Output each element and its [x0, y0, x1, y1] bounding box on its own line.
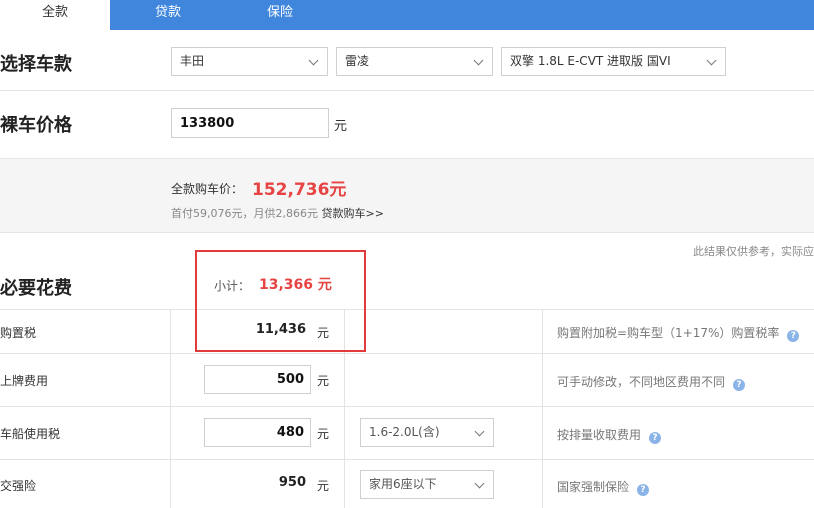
model-select-value: 双擎 1.8L E-CVT 进取版 国VI	[510, 54, 671, 68]
payment-breakdown-text: 首付59,076元，月供2,866元	[171, 207, 322, 220]
tab-insurance[interactable]: 保险	[230, 0, 330, 30]
fee-note-registration: 可手动修改，不同地区费用不同?	[557, 373, 746, 391]
seat-type-select[interactable]: 家用6座以下	[360, 470, 494, 499]
highlight-box	[195, 250, 366, 352]
chevron-down-icon	[474, 478, 485, 489]
fee-note-compulsory-insurance: 国家强制保险?	[557, 478, 650, 496]
total-price-value: 152,736元	[252, 180, 347, 200]
help-icon[interactable]: ?	[649, 432, 662, 444]
divider	[0, 90, 814, 91]
bare-price-unit: 元	[334, 119, 348, 134]
vehicle-tax-input[interactable]	[204, 418, 311, 447]
table-divider	[0, 459, 814, 460]
table-divider	[0, 309, 814, 310]
disclaimer-text: 此结果仅供参考，实际应	[693, 245, 814, 258]
displacement-select[interactable]: 1.6-2.0L(含)	[360, 418, 494, 447]
select-car-title: 选择车款	[0, 54, 72, 75]
tab-loan[interactable]: 贷款	[118, 0, 218, 30]
fee-unit: 元	[317, 479, 330, 493]
tab-bar: 全款 贷款 保险	[0, 0, 814, 30]
fee-label-compulsory-insurance: 交强险	[0, 479, 37, 493]
fee-note-text: 购置附加税=购车型（1+17%）购置税率	[557, 326, 780, 340]
fee-label-registration: 上牌费用	[0, 374, 49, 388]
fee-label-purchase-tax: 购置税	[0, 326, 37, 340]
fee-label-vehicle-tax: 车船使用税	[0, 427, 61, 441]
help-icon[interactable]: ?	[733, 379, 746, 391]
table-column-divider	[170, 309, 171, 508]
seat-type-select-value: 家用6座以下	[369, 477, 437, 491]
fee-note-text: 可手动修改，不同地区费用不同	[557, 375, 726, 389]
table-divider	[0, 406, 814, 407]
bare-price-input[interactable]	[171, 108, 329, 138]
fee-note-vehicle-tax: 按排量收取费用?	[557, 426, 662, 444]
chevron-down-icon	[706, 55, 717, 66]
chevron-down-icon	[473, 55, 484, 66]
fee-unit: 元	[317, 374, 330, 388]
model-select[interactable]: 双擎 1.8L E-CVT 进取版 国VI	[501, 47, 726, 76]
registration-fee-input[interactable]	[204, 365, 311, 394]
series-select[interactable]: 雷凌	[336, 47, 493, 76]
series-select-value: 雷凌	[345, 54, 370, 68]
total-price-label: 全款购车价：	[171, 182, 244, 196]
help-icon[interactable]: ?	[637, 484, 650, 496]
chevron-down-icon	[308, 55, 319, 66]
required-fees-title: 必要花费	[0, 278, 72, 299]
table-divider	[0, 353, 814, 354]
displacement-select-value: 1.6-2.0L(含)	[369, 425, 440, 439]
payment-breakdown: 首付59,076元，月供2,866元 贷款购车>>	[171, 205, 384, 221]
fee-unit: 元	[317, 427, 330, 441]
loan-purchase-link[interactable]: 贷款购车>>	[321, 207, 383, 220]
summary-panel: 全款购车价： 152,736元 首付59,076元，月供2,866元 贷款购车>…	[0, 158, 814, 233]
fee-note-purchase-tax: 购置附加税=购车型（1+17%）购置税率?	[557, 324, 800, 342]
fee-note-text: 按排量收取费用	[557, 428, 642, 442]
table-column-divider	[542, 309, 543, 508]
brand-select[interactable]: 丰田	[171, 47, 328, 76]
bare-price-title-text: 裸车价格	[0, 115, 72, 136]
fee-note-text: 国家强制保险	[557, 480, 630, 494]
help-icon[interactable]: ?	[787, 330, 800, 342]
chevron-down-icon	[474, 426, 485, 437]
tab-full-payment[interactable]: 全款	[0, 0, 110, 30]
fee-value-compulsory-insurance: 950	[278, 475, 306, 490]
brand-select-value: 丰田	[180, 54, 205, 68]
